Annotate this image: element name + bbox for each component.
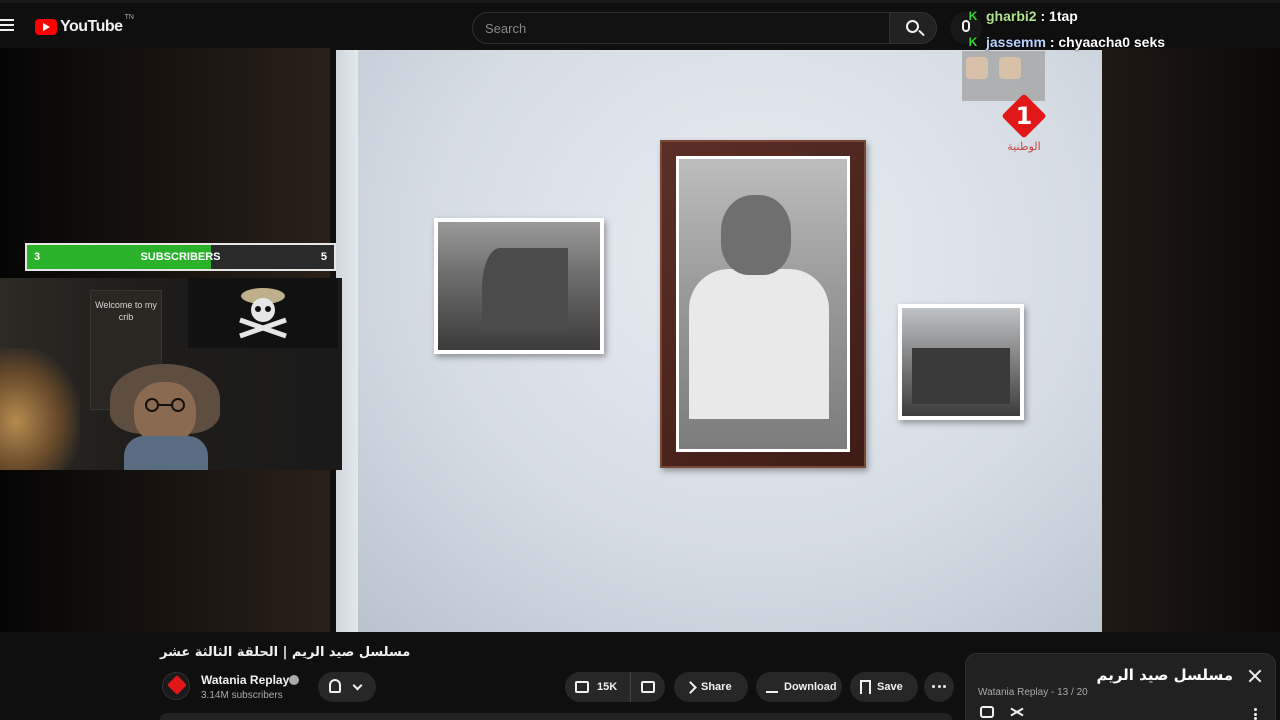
- chevron-down-icon: [352, 680, 363, 691]
- tv-channel-caption: الوطنية: [1007, 140, 1041, 153]
- chat-message: K gharbi2 : 1tap: [966, 3, 1280, 29]
- more-actions-button[interactable]: [924, 672, 954, 702]
- webcam-poster-text: Welcome to my crib: [95, 300, 157, 322]
- description-box-edge: [160, 713, 952, 720]
- chat-separator: :: [1036, 8, 1050, 24]
- channel-avatar[interactable]: [162, 672, 190, 700]
- youtube-logo[interactable]: YouTube TN: [35, 14, 134, 36]
- playlist-meta: Watania Replay - 13 / 20: [978, 687, 1088, 698]
- save-button[interactable]: Save: [850, 672, 918, 702]
- video-player[interactable]: 1 الوطنية: [330, 48, 1102, 632]
- like-dislike-group: 15K: [565, 672, 665, 702]
- chat-text: 1tap: [1049, 8, 1078, 24]
- tv-channel-logo: 1 الوطنية: [1001, 93, 1047, 170]
- search-button[interactable]: [889, 12, 937, 44]
- kick-badge-icon: K: [968, 9, 978, 23]
- shuffle-icon[interactable]: [1010, 706, 1024, 718]
- glasses-icon: [145, 398, 185, 412]
- webcam-overlay: Welcome to my crib: [0, 278, 342, 470]
- chat-message: K jassemm : chyaacha0 seks: [966, 29, 1280, 55]
- subscriber-goal: 5: [320, 251, 327, 263]
- hamburger-menu-icon[interactable]: [0, 17, 16, 33]
- more-vertical-icon[interactable]: [1254, 708, 1257, 720]
- youtube-play-icon: [35, 19, 57, 35]
- chat-separator: :: [1045, 34, 1059, 50]
- more-horizontal-icon: [932, 685, 946, 689]
- save-label: Save: [877, 681, 903, 693]
- kick-badge-icon: K: [968, 35, 978, 49]
- webcam-lamp-glow: [0, 348, 80, 470]
- cat-emote-icon: [999, 57, 1021, 79]
- chat-emote-box: [962, 51, 1045, 101]
- close-icon[interactable]: [1247, 668, 1263, 684]
- loop-icon[interactable]: [980, 706, 994, 718]
- subscriber-label: SUBSCRIBERS: [140, 251, 221, 263]
- like-button[interactable]: 15K: [565, 672, 631, 702]
- app-root: 1 الوطنية 3 SUBSCRIBERS 5 Welcome to my …: [0, 0, 1280, 720]
- search-icon: [906, 20, 919, 33]
- bell-icon: [329, 679, 341, 693]
- chat-text: chyaacha0 seks: [1058, 34, 1166, 50]
- cat-emote-icon: [966, 57, 988, 79]
- streamer: [110, 364, 220, 470]
- playlist-title[interactable]: مسلسل صيد الريم: [1096, 666, 1233, 684]
- thumbs-up-icon: [575, 681, 589, 693]
- like-count: 15K: [597, 681, 618, 693]
- chat-username: jassemm: [986, 34, 1046, 50]
- share-button[interactable]: Share: [674, 672, 748, 702]
- notification-settings-button[interactable]: [318, 672, 376, 702]
- bookmark-icon: [860, 680, 871, 694]
- thumbs-down-icon: [641, 681, 655, 693]
- chat-overlay: K gharbi2 : 1tap K jassemm : chyaacha0 s…: [966, 3, 1280, 55]
- dislike-button[interactable]: [631, 672, 665, 702]
- chat-username: gharbi2: [986, 8, 1037, 24]
- download-button[interactable]: Download: [756, 672, 842, 702]
- framed-photo-monument: [898, 304, 1024, 420]
- verified-badge-icon: [289, 675, 299, 685]
- ambient-right: [1100, 48, 1280, 632]
- download-label: Download: [784, 681, 837, 693]
- search-input[interactable]: [473, 13, 889, 43]
- channel-name[interactable]: Watania Replay: [201, 673, 289, 687]
- subscriber-goal-bar: 3 SUBSCRIBERS 5: [25, 243, 336, 271]
- youtube-logo-text: YouTube: [60, 18, 123, 35]
- video-title: مسلسل صيد الريم | الحلقة الثالثة عشر: [160, 645, 411, 660]
- share-icon: [684, 680, 697, 694]
- skull-flag-icon: [239, 288, 287, 339]
- search-box: [472, 12, 890, 44]
- framed-photo-colosseum: [434, 218, 604, 354]
- playlist-panel: مسلسل صيد الريم Watania Replay - 13 / 20: [965, 653, 1276, 720]
- download-icon: [766, 681, 778, 693]
- subscriber-count: 3.14M subscribers: [201, 690, 283, 701]
- tv-channel-number: 1: [1015, 102, 1033, 130]
- share-label: Share: [701, 681, 732, 693]
- framed-photo-portrait: [660, 140, 866, 468]
- youtube-country-code: TN: [124, 14, 134, 21]
